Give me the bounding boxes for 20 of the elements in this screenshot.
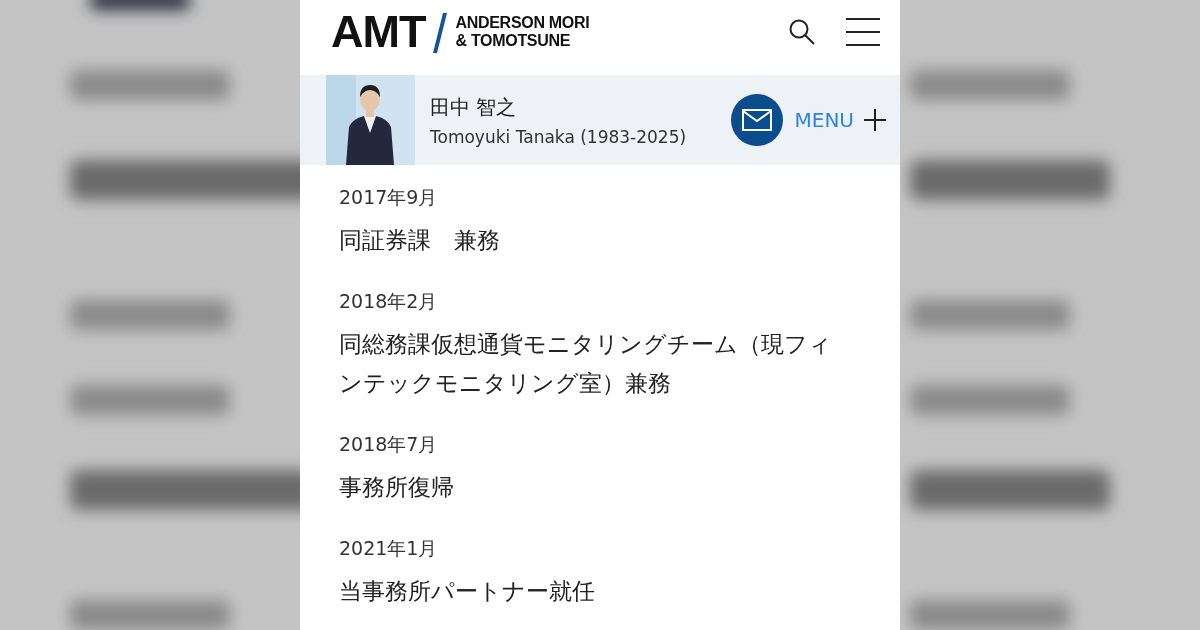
person-name: 田中 智之 — [430, 93, 518, 121]
person-romanized-name: Tomoyuki Tanaka (1983-2025) — [430, 126, 688, 147]
career-date: 2017年9月 — [339, 185, 439, 210]
career-date: 2018年2月 — [339, 289, 439, 314]
menu-button[interactable]: MENU — [794, 108, 886, 132]
career-description: 同証券課 兼務 — [339, 226, 501, 255]
logo-text: ANDERSON MORI — [455, 13, 590, 32]
plus-icon — [864, 109, 886, 131]
career-date: 2021年1月 — [339, 536, 439, 561]
career-date: 2018年7月 — [339, 432, 439, 457]
menu-icon[interactable] — [846, 17, 880, 46]
career-description: 当事務所パートナー就任 — [339, 577, 596, 606]
search-icon[interactable] — [788, 17, 816, 46]
career-description: 同総務課仮想通貨モニタリングチーム（現フィンテックモニタリング室）兼務 — [339, 330, 833, 398]
envelope-icon — [741, 109, 772, 131]
logo-text: & TOMOTSUNE — [455, 31, 572, 50]
logo-mark: AMT — [331, 9, 426, 54]
career-description: 事務所復帰 — [339, 473, 455, 502]
mail-button[interactable] — [730, 94, 783, 146]
logo-slash-icon — [433, 12, 448, 53]
